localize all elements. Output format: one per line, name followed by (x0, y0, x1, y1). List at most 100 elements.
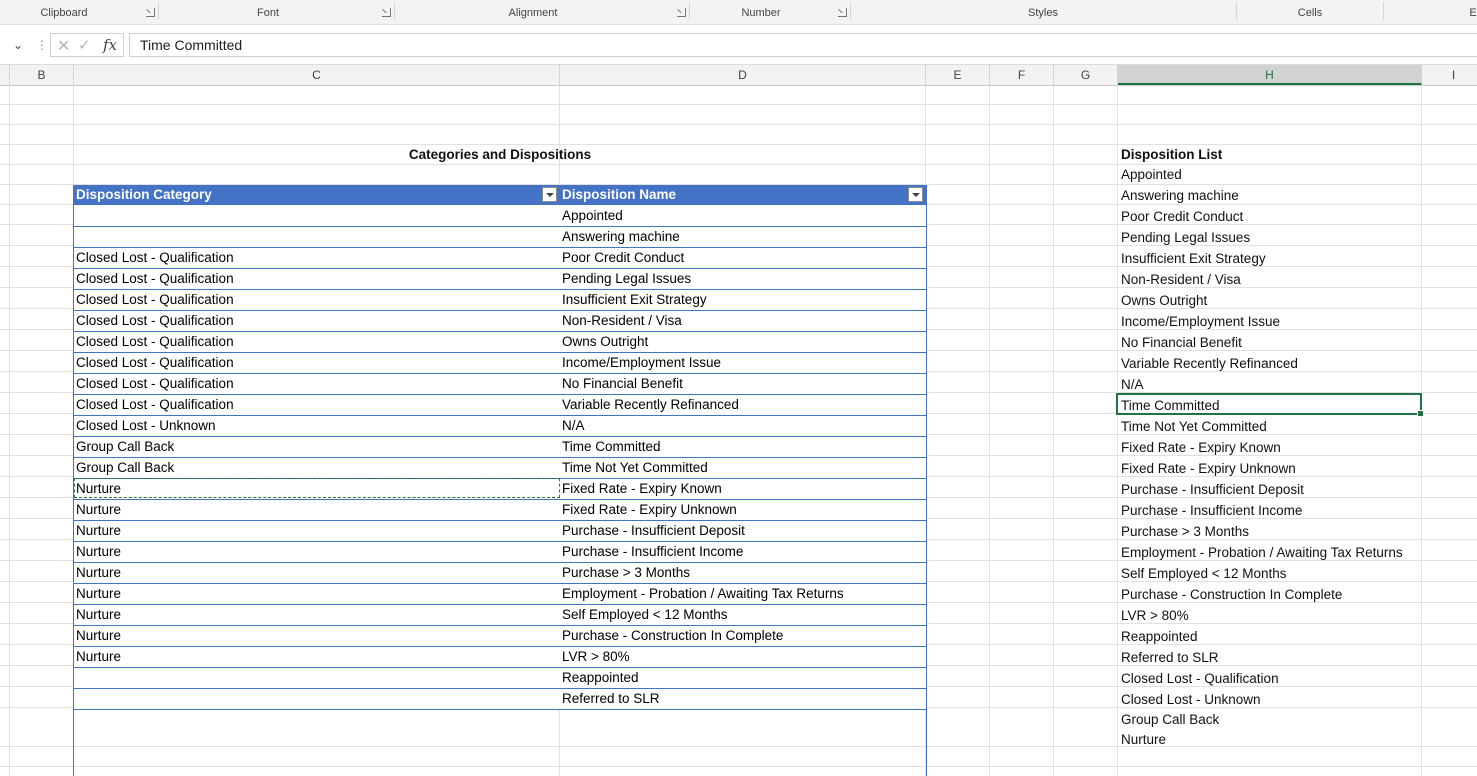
table-cell-category[interactable]: Closed Lost - Qualification (74, 311, 560, 331)
table-cell-category[interactable]: Closed Lost - Qualification (74, 248, 560, 268)
table-cell-name[interactable]: No Financial Benefit (560, 374, 926, 394)
table-cell-category[interactable]: Nurture (74, 563, 560, 583)
formula-input[interactable]: Time Committed (129, 33, 1477, 57)
column-header-b[interactable]: B (10, 65, 74, 85)
alignment-launcher-icon[interactable] (677, 8, 686, 17)
list-item[interactable]: LVR > 80% (1118, 606, 1189, 626)
table-cell-category[interactable] (74, 668, 560, 688)
list-item[interactable]: Closed Lost - Unknown (1118, 690, 1261, 710)
sheet-title[interactable]: Categories and Dispositions (74, 145, 926, 165)
table-cell-category[interactable] (74, 227, 560, 247)
table-cell-name[interactable]: Owns Outright (560, 332, 926, 352)
clipboard-launcher-icon[interactable] (146, 8, 155, 17)
list-item[interactable]: Appointed (1118, 165, 1182, 185)
cancel-icon[interactable]: ✕ (57, 36, 70, 56)
filter-dropdown-icon[interactable] (542, 187, 557, 202)
table-cell-category[interactable]: Nurture (74, 605, 560, 625)
list-item[interactable]: Fixed Rate - Expiry Unknown (1118, 459, 1296, 479)
column-header-d[interactable]: D (560, 65, 926, 85)
column-header-h[interactable]: H (1118, 65, 1422, 85)
enter-check-icon[interactable]: ✓ (78, 36, 91, 54)
list-item[interactable]: Purchase - Insufficient Deposit (1118, 480, 1304, 500)
list-item[interactable]: Self Employed < 12 Months (1118, 564, 1286, 584)
table-cell-category[interactable]: Closed Lost - Unknown (74, 416, 560, 436)
insert-function-button[interactable]: fx (103, 36, 117, 54)
list-item[interactable]: Insufficient Exit Strategy (1118, 249, 1266, 269)
font-launcher-icon[interactable] (382, 8, 391, 17)
table-cell-category[interactable]: Nurture (74, 626, 560, 646)
column-header-f[interactable]: F (990, 65, 1054, 85)
table-cell-category[interactable]: Nurture (74, 500, 560, 520)
column-header-c[interactable]: C (74, 65, 560, 85)
list-item[interactable]: Employment - Probation / Awaiting Tax Re… (1118, 543, 1403, 563)
table-cell-name[interactable]: Purchase - Insufficient Deposit (560, 521, 926, 541)
table-cell-name[interactable]: Pending Legal Issues (560, 269, 926, 289)
table-cell-name[interactable]: Poor Credit Conduct (560, 248, 926, 268)
list-item[interactable]: Non-Resident / Visa (1118, 270, 1241, 290)
table-cell-name[interactable]: Employment - Probation / Awaiting Tax Re… (560, 584, 926, 604)
list-item[interactable]: Pending Legal Issues (1118, 228, 1250, 248)
table-cell-name[interactable]: N/A (560, 416, 926, 436)
table-cell-name[interactable]: Reappointed (560, 668, 926, 688)
table-cell-name[interactable]: Appointed (560, 206, 926, 226)
table-header-name[interactable]: Disposition Name (560, 185, 926, 205)
table-cell-category[interactable]: Nurture (74, 479, 560, 499)
table-cell-category[interactable]: Nurture (74, 521, 560, 541)
table-cell-name[interactable]: Insufficient Exit Strategy (560, 290, 926, 310)
table-header-category[interactable]: Disposition Category (74, 185, 560, 205)
list-item[interactable]: No Financial Benefit (1118, 333, 1242, 353)
column-header-e[interactable]: E (926, 65, 990, 85)
list-item[interactable]: Fixed Rate - Expiry Known (1118, 438, 1281, 458)
table-cell-name[interactable]: Income/Employment Issue (560, 353, 926, 373)
table-cell-name[interactable]: Time Not Yet Committed (560, 458, 926, 478)
list-item[interactable]: Owns Outright (1118, 291, 1207, 311)
list-item[interactable]: Income/Employment Issue (1118, 312, 1280, 332)
filter-dropdown-icon[interactable] (908, 187, 923, 202)
list-item[interactable]: Group Call Back (1118, 710, 1219, 730)
table-cell-name[interactable]: Purchase - Construction In Complete (560, 626, 926, 646)
table-cell-name[interactable]: Purchase - Insufficient Income (560, 542, 926, 562)
table-cell-category[interactable]: Closed Lost - Qualification (74, 374, 560, 394)
table-cell-name[interactable]: Purchase > 3 Months (560, 563, 926, 583)
list-item[interactable]: Purchase > 3 Months (1118, 522, 1249, 542)
table-cell-name[interactable]: LVR > 80% (560, 647, 926, 667)
table-cell-category[interactable]: Group Call Back (74, 458, 560, 478)
list-item[interactable]: Nurture (1118, 730, 1166, 750)
table-cell-category[interactable]: Closed Lost - Qualification (74, 269, 560, 289)
list-item[interactable]: Time Not Yet Committed (1118, 417, 1267, 437)
list-item[interactable]: Closed Lost - Qualification (1118, 669, 1279, 689)
table-cell-name[interactable]: Fixed Rate - Expiry Known (560, 479, 926, 499)
table-cell-name[interactable]: Answering machine (560, 227, 926, 247)
name-box-dropdown-icon[interactable]: ⌄ (8, 36, 28, 54)
table-cell-category[interactable]: Group Call Back (74, 437, 560, 457)
table-cell-category[interactable]: Nurture (74, 542, 560, 562)
table-cell-name[interactable]: Variable Recently Refinanced (560, 395, 926, 415)
column-header-g[interactable]: G (1054, 65, 1118, 85)
table-cell-name[interactable]: Non-Resident / Visa (560, 311, 926, 331)
table-cell-name[interactable]: Referred to SLR (560, 689, 926, 709)
table-cell-name[interactable]: Self Employed < 12 Months (560, 605, 926, 625)
table-cell-name[interactable]: Time Committed (560, 437, 926, 457)
table-cell-category[interactable]: Closed Lost - Qualification (74, 290, 560, 310)
column-header-i[interactable]: I (1422, 65, 1477, 85)
list-item[interactable]: Referred to SLR (1118, 648, 1219, 668)
list-item[interactable]: Poor Credit Conduct (1118, 207, 1243, 227)
table-cell-category[interactable]: Closed Lost - Qualification (74, 353, 560, 373)
table-cell-name[interactable]: Fixed Rate - Expiry Unknown (560, 500, 926, 520)
table-cell-category[interactable] (74, 689, 560, 709)
number-launcher-icon[interactable] (838, 8, 847, 17)
list-item[interactable]: Purchase - Construction In Complete (1118, 585, 1342, 605)
list-item[interactable]: Reappointed (1118, 627, 1198, 647)
select-all-corner[interactable] (0, 65, 10, 85)
worksheet-grid[interactable]: Categories and Dispositions Disposition … (0, 85, 1477, 776)
list-item[interactable]: Answering machine (1118, 186, 1239, 206)
list-item[interactable]: Time Committed (1118, 396, 1220, 416)
table-cell-category[interactable]: Closed Lost - Qualification (74, 332, 560, 352)
table-cell-category[interactable] (74, 206, 560, 226)
table-cell-category[interactable]: Nurture (74, 584, 560, 604)
formula-bar-grip-icon[interactable]: ⋮ (36, 36, 48, 54)
table-cell-category[interactable]: Nurture (74, 647, 560, 667)
list-item[interactable]: N/A (1118, 375, 1144, 395)
list-item[interactable]: Variable Recently Refinanced (1118, 354, 1298, 374)
disposition-list-header[interactable]: Disposition List (1118, 145, 1222, 165)
